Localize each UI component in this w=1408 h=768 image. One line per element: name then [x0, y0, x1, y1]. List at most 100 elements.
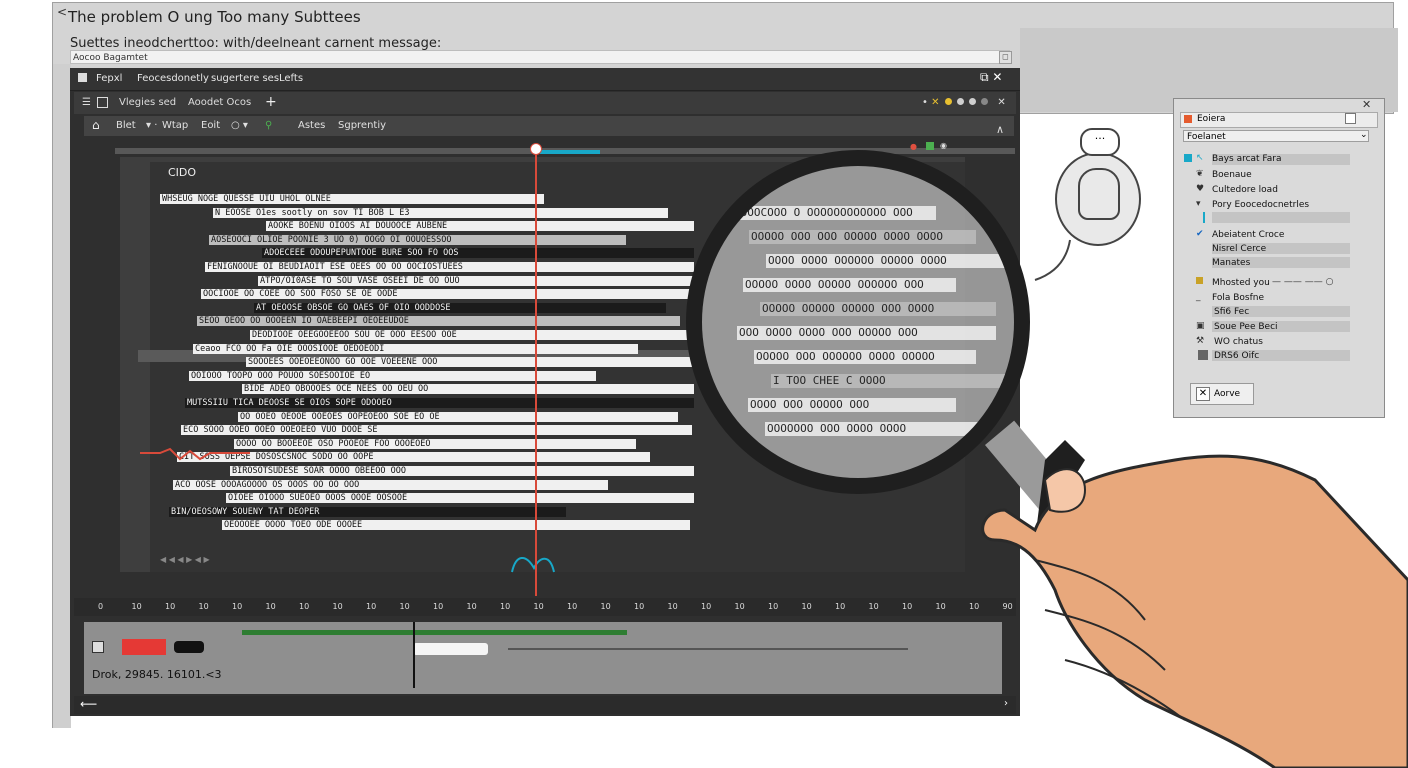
panel-item[interactable]: Manates [1212, 258, 1250, 268]
magnified-line: OOOO OOO OOOOO OOO [748, 398, 956, 412]
panel-dropdown[interactable]: Foelanet [1183, 130, 1369, 142]
hamburger-icon[interactable]: ☰ [82, 97, 91, 108]
menu-item-edit[interactable]: Feocesdonetly [137, 73, 209, 84]
red-mark-icon: ● [910, 142, 917, 151]
subtitle-line[interactable]: DEODIOOE OEEGOOEEOO SOU OE OOO EESOO OOE [250, 330, 694, 340]
subtitle-line[interactable]: BIROSOTSUDESE SOAR OOOO OBEEOO OOO [230, 466, 694, 476]
tool-assets[interactable]: Astes [298, 120, 325, 131]
subtitle-line[interactable]: AT OEOOSE OBSOE GO OAES OF OIO OODDOSE [254, 302, 666, 313]
back-icon[interactable]: < [57, 5, 67, 19]
home-icon[interactable]: ⌂ [92, 118, 100, 132]
circle-icon[interactable]: ○ ▾ [231, 120, 248, 131]
tool-edit[interactable]: Blet [116, 120, 136, 131]
panel-item[interactable]: Pory Eoocedocnetrles [1212, 200, 1309, 210]
panel-item[interactable]: Nisrel Cerce [1212, 244, 1266, 254]
panel-item[interactable]: Boenaue [1212, 170, 1252, 180]
panel-slider[interactable]: — —— —— ○ [1272, 277, 1333, 287]
subtitle-line[interactable]: FENIGNOOUE OI BEUDIAOIT ESE OEES OO OO O… [205, 262, 694, 272]
tool-wrap[interactable]: Wtap [162, 120, 188, 131]
menu-item-subtitles[interactable]: sugertere ses [211, 73, 279, 84]
ruler-tick: 10 [433, 602, 444, 611]
subtitle-line[interactable]: OOOO OO BOOEEOE OSO POOEOE FOO OOOEOEO [234, 438, 636, 449]
message-field[interactable]: Aocoo Bagamtet [70, 50, 1010, 64]
panel-maximize-icon[interactable] [1345, 113, 1356, 124]
subtitle-line[interactable]: OOCIOOE OO COEE OO SOO FOSO SE OE OODE [201, 289, 694, 300]
apply-button[interactable]: ✕ Aorve [1190, 383, 1254, 405]
subtitle-line[interactable]: N EOOSE O1es sootly on sov TI BOB L E3 [213, 207, 668, 218]
image-icon: ▣ [1196, 321, 1205, 331]
white-clip[interactable] [413, 643, 488, 655]
panel-item[interactable]: Mhosted you [1212, 278, 1270, 288]
green-audio-clip[interactable] [242, 630, 627, 635]
subtitle-line[interactable]: BIN/OEOSOWY SOUENY TAT DEOPER [169, 506, 566, 517]
playback-icons[interactable]: ◀ ◀ ◀ ▶ ◀ ▶ [160, 555, 280, 564]
tool-exit[interactable]: Eoit [201, 120, 220, 131]
panel-item[interactable]: Abeiatent Croce [1212, 230, 1284, 240]
panel-item[interactable]: Cultedore load [1212, 185, 1278, 195]
track-toggle[interactable] [92, 641, 104, 653]
panel-item[interactable]: Sfi6 Fec [1214, 307, 1249, 317]
restore-icon[interactable]: ⧉ [980, 70, 989, 84]
ruler-tick: 10 [131, 602, 142, 611]
menu-item-view[interactable]: Lefts [279, 73, 303, 84]
subtitle-line[interactable]: BIDE ADEO OBOOOES OCE NEES OO OEU OO [242, 384, 694, 395]
red-clip[interactable] [122, 639, 166, 655]
close-small-icon[interactable]: ✕ [931, 97, 939, 108]
settings-icon[interactable]: ◉ [940, 141, 947, 150]
subtitle-line[interactable]: OEOOOEE OOOO TOEO ODE OOOEE [222, 520, 690, 531]
playhead-line[interactable] [535, 146, 537, 596]
ruler-tick: 10 [868, 602, 879, 611]
blue-item-icon [1184, 154, 1192, 162]
subtitle-line[interactable]: ACO OOSE OOOAGOOOO OS OOOS OO OO OOO [173, 479, 608, 490]
check-icon: ✔ [1196, 229, 1204, 239]
panel-item[interactable]: DRS6 Oifc [1214, 351, 1259, 361]
menu-item-file[interactable]: Fepxl [96, 73, 122, 84]
panel-item[interactable]: Fola Bosfne [1212, 293, 1264, 303]
subtitle-line[interactable]: AOOKE BOENU OIOOS AI DOUOOCE AUBENE [266, 221, 694, 232]
panel-item[interactable]: Soue Pee Beci [1214, 322, 1278, 332]
magnified-line: OOOOCOOO O OOOOOOOOOOOO OOO [732, 206, 936, 220]
subtitle-line[interactable]: WHSEUG NOGE QUESSE UIU UHOL OLNEE [160, 194, 544, 204]
subtitle-line[interactable]: MUTSSIIU TICA DEOOSE SE OIOS SOPE ODOOEO [185, 398, 694, 408]
panel-slider-handle[interactable] [1203, 212, 1205, 223]
subtitle-line[interactable]: ATPO/OI0ASE TO SOU VASE OSEEI DE OO OUO [258, 275, 694, 286]
playhead-range [540, 150, 600, 154]
scroll-left-icon[interactable]: ⟵ [80, 697, 97, 711]
subtitle-line[interactable]: AOSEOOCI OLIOE POONIE 3 UO 0) OOGO OI OO… [209, 234, 626, 245]
tool-sync[interactable]: Sgprentiy [338, 120, 386, 131]
close-icon[interactable]: ✕ [997, 97, 1005, 108]
subtitle-line[interactable]: ECO SOOO OOEO OOEO OOEOEEO VUO DOOE SE [181, 425, 692, 436]
panel-slider-track[interactable] [1212, 212, 1350, 223]
page-subtitle: Suettes ineodcherttoo: with/deelneant ca… [70, 36, 442, 51]
pin-icon[interactable]: ⚲ [265, 120, 272, 131]
subtitle-line[interactable]: Ceaoo FCO OO Fa OIE OOOSIOOE OEDOEODI [193, 343, 638, 354]
subtitle-line[interactable]: ADOECEEE ODOUPEPUNTOOE BURE SOO FO OOS [262, 248, 694, 259]
tab-document[interactable]: Aoodet Ocos [188, 97, 251, 108]
add-tab-icon[interactable]: + [265, 94, 277, 110]
tab-project[interactable]: Vlegies sed [119, 97, 176, 108]
close-icon[interactable]: ✕ [992, 70, 1002, 84]
subtitle-line[interactable]: SOOOEES OOEOEEONOO GO OOE VOEEENE OOO [246, 357, 694, 368]
subtitle-line[interactable]: OIOEE OIOOO SUEOEO OOOS OOOE OOSOOE [226, 493, 694, 504]
magnified-line: OOOOO OOOO OOOOO OOOOOO OOO [743, 278, 956, 292]
thinking-icon: ··· [1080, 128, 1120, 156]
dropdown-icon[interactable]: ▾ · [146, 120, 157, 131]
black-clip[interactable] [174, 641, 204, 653]
collapse-icon[interactable]: ∧ [996, 123, 1004, 136]
close-icon[interactable]: ✕ [1196, 387, 1210, 401]
grid-icon[interactable] [97, 97, 108, 108]
chevron-down-icon[interactable]: ⌄ [1360, 130, 1368, 140]
timecode: Drok, 29845. 16101.<3 [92, 668, 222, 681]
panel-item[interactable]: Bays arcat Fara [1212, 154, 1282, 164]
subtitle-line[interactable]: SEOO OEOO OO OOOEEN IO OAEBEEPI OEOEEUDO… [197, 316, 680, 327]
playhead-handle[interactable] [530, 143, 542, 155]
heart-icon: ♥ [1196, 184, 1205, 194]
panel-item[interactable]: WO chatus [1214, 337, 1263, 347]
ruler-tick: 10 [600, 602, 611, 611]
ruler-tick: 0 [98, 602, 104, 611]
field-expand-icon[interactable]: ◻ [999, 51, 1012, 64]
timeline-cursor[interactable] [413, 622, 415, 688]
track-line [508, 648, 908, 650]
panel-close-icon[interactable]: ✕ [1362, 98, 1371, 111]
subtitle-line[interactable]: OO OOEO OEOOE OOEOES OOPEOEOO SOE EO OE [238, 411, 678, 422]
